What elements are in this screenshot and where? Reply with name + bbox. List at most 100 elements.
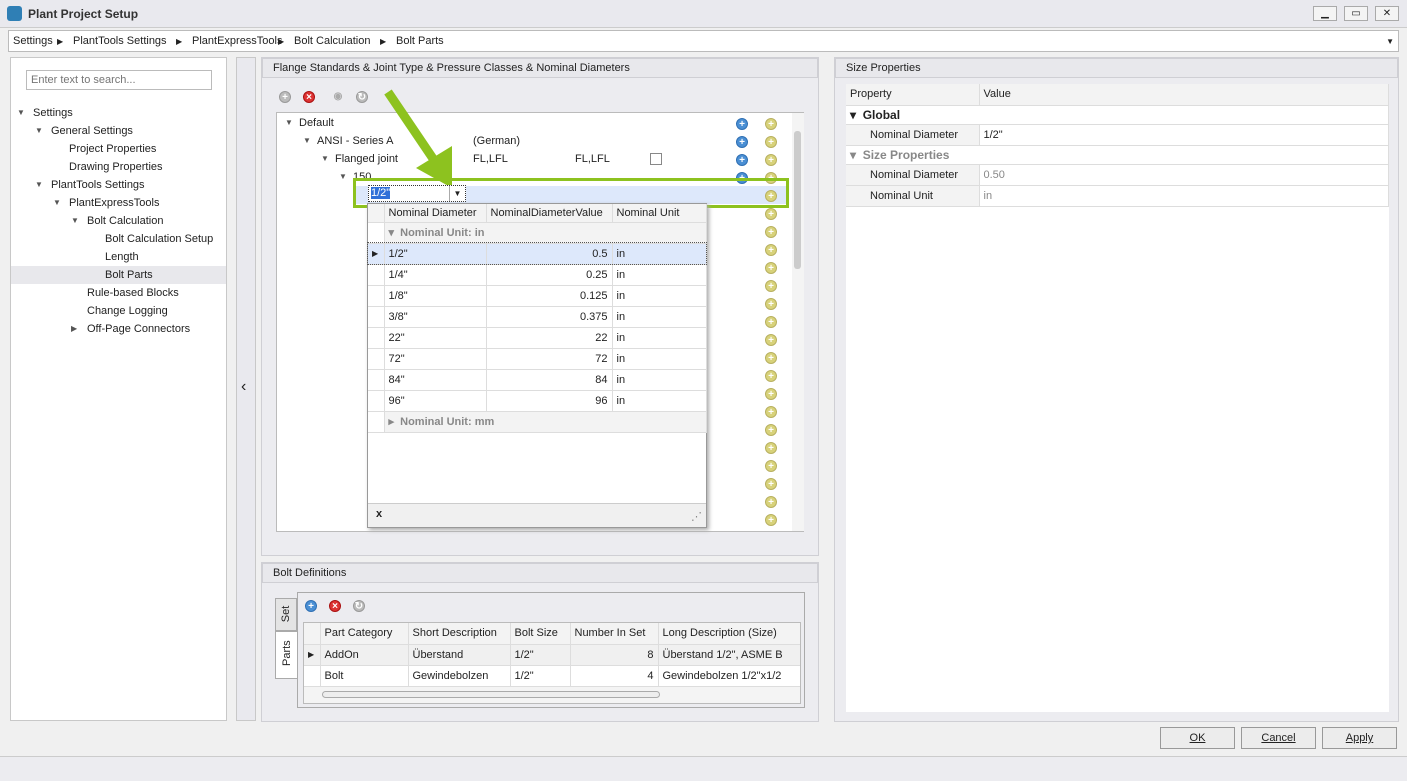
- add-part-icon[interactable]: +: [305, 600, 317, 612]
- dropdown-row[interactable]: 3/8" 0.375 in: [368, 306, 707, 328]
- column-header[interactable]: Number In Set: [570, 623, 659, 645]
- breadcrumb-item[interactable]: Settings: [13, 35, 53, 47]
- add-item-icon[interactable]: +: [765, 208, 777, 220]
- add-icon[interactable]: +: [279, 91, 291, 103]
- sidebar-item[interactable]: Length: [11, 248, 226, 266]
- sidebar-item[interactable]: Bolt Parts: [11, 266, 226, 284]
- expand-down-icon[interactable]: ▼: [35, 176, 43, 194]
- vertical-scrollbar[interactable]: [792, 113, 804, 531]
- hide-icon[interactable]: ◉: [332, 91, 344, 103]
- nominal-diameter-dropdown[interactable]: Nominal Diameter NominalDiameterValue Nomi…: [367, 203, 707, 528]
- sidebar-item[interactable]: Project Properties: [11, 140, 226, 158]
- size-properties-category[interactable]: ▾ Size Properties: [846, 145, 1389, 165]
- expand-down-icon[interactable]: ▼: [71, 212, 79, 230]
- tree-node[interactable]: ▼ Flanged joint FL,LFL FL,LFL: [277, 150, 787, 168]
- add-item-icon[interactable]: +: [765, 136, 777, 148]
- search-input[interactable]: [26, 70, 212, 90]
- breadcrumb-dropdown-icon[interactable]: ▼: [1386, 37, 1394, 46]
- scroll-thumb[interactable]: [794, 131, 801, 269]
- add-item-icon[interactable]: +: [765, 316, 777, 328]
- maximize-button[interactable]: ▭: [1344, 6, 1368, 21]
- sidebar-item[interactable]: ▼ PlantTools Settings: [11, 176, 226, 194]
- column-header[interactable]: Short Description: [408, 623, 511, 645]
- minimize-button[interactable]: ▁: [1313, 6, 1337, 21]
- sidebar-item[interactable]: ▼ Bolt Calculation: [11, 212, 226, 230]
- add-item-icon[interactable]: +: [765, 118, 777, 130]
- delete-part-icon[interactable]: ×: [329, 600, 341, 612]
- ok-button[interactable]: OK: [1160, 727, 1235, 749]
- add-item-icon[interactable]: +: [765, 406, 777, 418]
- table-row[interactable]: Bolt Gewindebolzen 1/2" 4 Gewindebolzen 1/2"…: [304, 665, 800, 687]
- add-item-icon[interactable]: +: [765, 154, 777, 166]
- column-header[interactable]: Nominal Diameter: [384, 204, 487, 223]
- column-header[interactable]: Long Description (Size): [658, 623, 800, 645]
- sidebar-item[interactable]: Drawing Properties: [11, 158, 226, 176]
- add-item-icon[interactable]: +: [765, 298, 777, 310]
- sidebar-item[interactable]: Change Logging: [11, 302, 226, 320]
- add-item-icon[interactable]: +: [765, 460, 777, 472]
- delete-icon[interactable]: ×: [303, 91, 315, 103]
- sidebar-item[interactable]: ▼ PlantExpressTools: [11, 194, 226, 212]
- add-child-icon[interactable]: +: [736, 154, 748, 166]
- breadcrumb[interactable]: Settings ▶ PlantTools Settings ▶ PlantExpres…: [8, 30, 1399, 52]
- close-button[interactable]: ✕: [1375, 6, 1399, 21]
- breadcrumb-item[interactable]: PlantExpressTools: [192, 35, 283, 47]
- add-item-icon[interactable]: +: [765, 514, 777, 526]
- breadcrumb-item[interactable]: Bolt Calculation: [294, 35, 370, 47]
- collapse-icon[interactable]: ‹: [241, 378, 246, 396]
- breadcrumb-item[interactable]: Bolt Parts: [396, 35, 444, 47]
- group-row[interactable]: ▾ Nominal Unit: in: [368, 222, 707, 244]
- add-item-icon[interactable]: +: [765, 352, 777, 364]
- dropdown-row[interactable]: 84" 84 in: [368, 369, 707, 391]
- table-row[interactable]: ▶ AddOn Überstand 1/2" 8 Überstand 1/2", ASME…: [304, 644, 800, 666]
- tab-set[interactable]: Set: [275, 598, 297, 631]
- add-item-icon[interactable]: +: [765, 370, 777, 382]
- add-item-icon[interactable]: +: [765, 226, 777, 238]
- add-item-icon[interactable]: +: [765, 424, 777, 436]
- expand-down-icon[interactable]: ▼: [53, 194, 61, 212]
- add-item-icon[interactable]: +: [765, 388, 777, 400]
- tree-node[interactable]: ▼ Default: [277, 114, 787, 132]
- horizontal-scrollbar[interactable]: [304, 687, 800, 703]
- sidebar-item[interactable]: Bolt Calculation Setup: [11, 230, 226, 248]
- refresh-part-icon[interactable]: ↻: [353, 600, 365, 612]
- collapse-strip[interactable]: ‹: [236, 57, 256, 721]
- dropdown-row[interactable]: 22" 22 in: [368, 327, 707, 349]
- add-item-icon[interactable]: +: [765, 280, 777, 292]
- expand-down-icon[interactable]: ▼: [321, 150, 329, 168]
- dropdown-row[interactable]: 96" 96 in: [368, 390, 707, 412]
- expand-down-icon[interactable]: ▼: [35, 122, 43, 140]
- group-row[interactable]: ▸ Nominal Unit: mm: [368, 411, 707, 433]
- parts-grid[interactable]: Part Category Short Description Bolt Size N…: [303, 622, 801, 704]
- expand-right-icon[interactable]: ▶: [71, 320, 77, 338]
- add-child-icon[interactable]: +: [736, 118, 748, 130]
- expand-down-icon[interactable]: ▼: [339, 168, 347, 186]
- tree-node[interactable]: ▼ ANSI - Series A (German): [277, 132, 787, 150]
- expand-down-icon[interactable]: ▼: [17, 104, 25, 122]
- resize-grip-icon[interactable]: ⋰: [691, 510, 702, 523]
- add-child-icon[interactable]: +: [736, 136, 748, 148]
- add-item-icon[interactable]: +: [765, 262, 777, 274]
- add-item-icon[interactable]: +: [765, 244, 777, 256]
- sidebar-item[interactable]: ▶ Off-Page Connectors: [11, 320, 226, 338]
- cancel-button[interactable]: Cancel: [1241, 727, 1316, 749]
- expand-down-icon[interactable]: ▼: [285, 114, 293, 132]
- close-dropdown-button[interactable]: x: [376, 508, 382, 520]
- dropdown-row[interactable]: 1/8" 0.125 in: [368, 285, 707, 307]
- add-item-icon[interactable]: +: [765, 442, 777, 454]
- column-header[interactable]: Nominal Unit: [612, 204, 707, 223]
- refresh-icon[interactable]: ↻: [356, 91, 368, 103]
- global-category[interactable]: ▾ Global: [846, 105, 1389, 125]
- dropdown-arrow-icon[interactable]: ▼: [449, 186, 465, 201]
- property-grid[interactable]: Property Value ▾ Global Nominal Diameter 1…: [846, 84, 1389, 712]
- tab-parts[interactable]: Parts: [275, 631, 299, 679]
- checkbox[interactable]: [650, 153, 662, 165]
- sidebar-item[interactable]: Rule-based Blocks: [11, 284, 226, 302]
- sidebar-item[interactable]: ▼ Settings: [11, 104, 226, 122]
- breadcrumb-item[interactable]: PlantTools Settings: [73, 35, 167, 47]
- add-item-icon[interactable]: +: [765, 496, 777, 508]
- sidebar-item[interactable]: ▼ General Settings: [11, 122, 226, 140]
- column-header[interactable]: NominalDiameterValue: [486, 204, 613, 223]
- dropdown-row[interactable]: 72" 72 in: [368, 348, 707, 370]
- nominal-diameter-combo[interactable]: 1/2" ▼: [368, 185, 466, 202]
